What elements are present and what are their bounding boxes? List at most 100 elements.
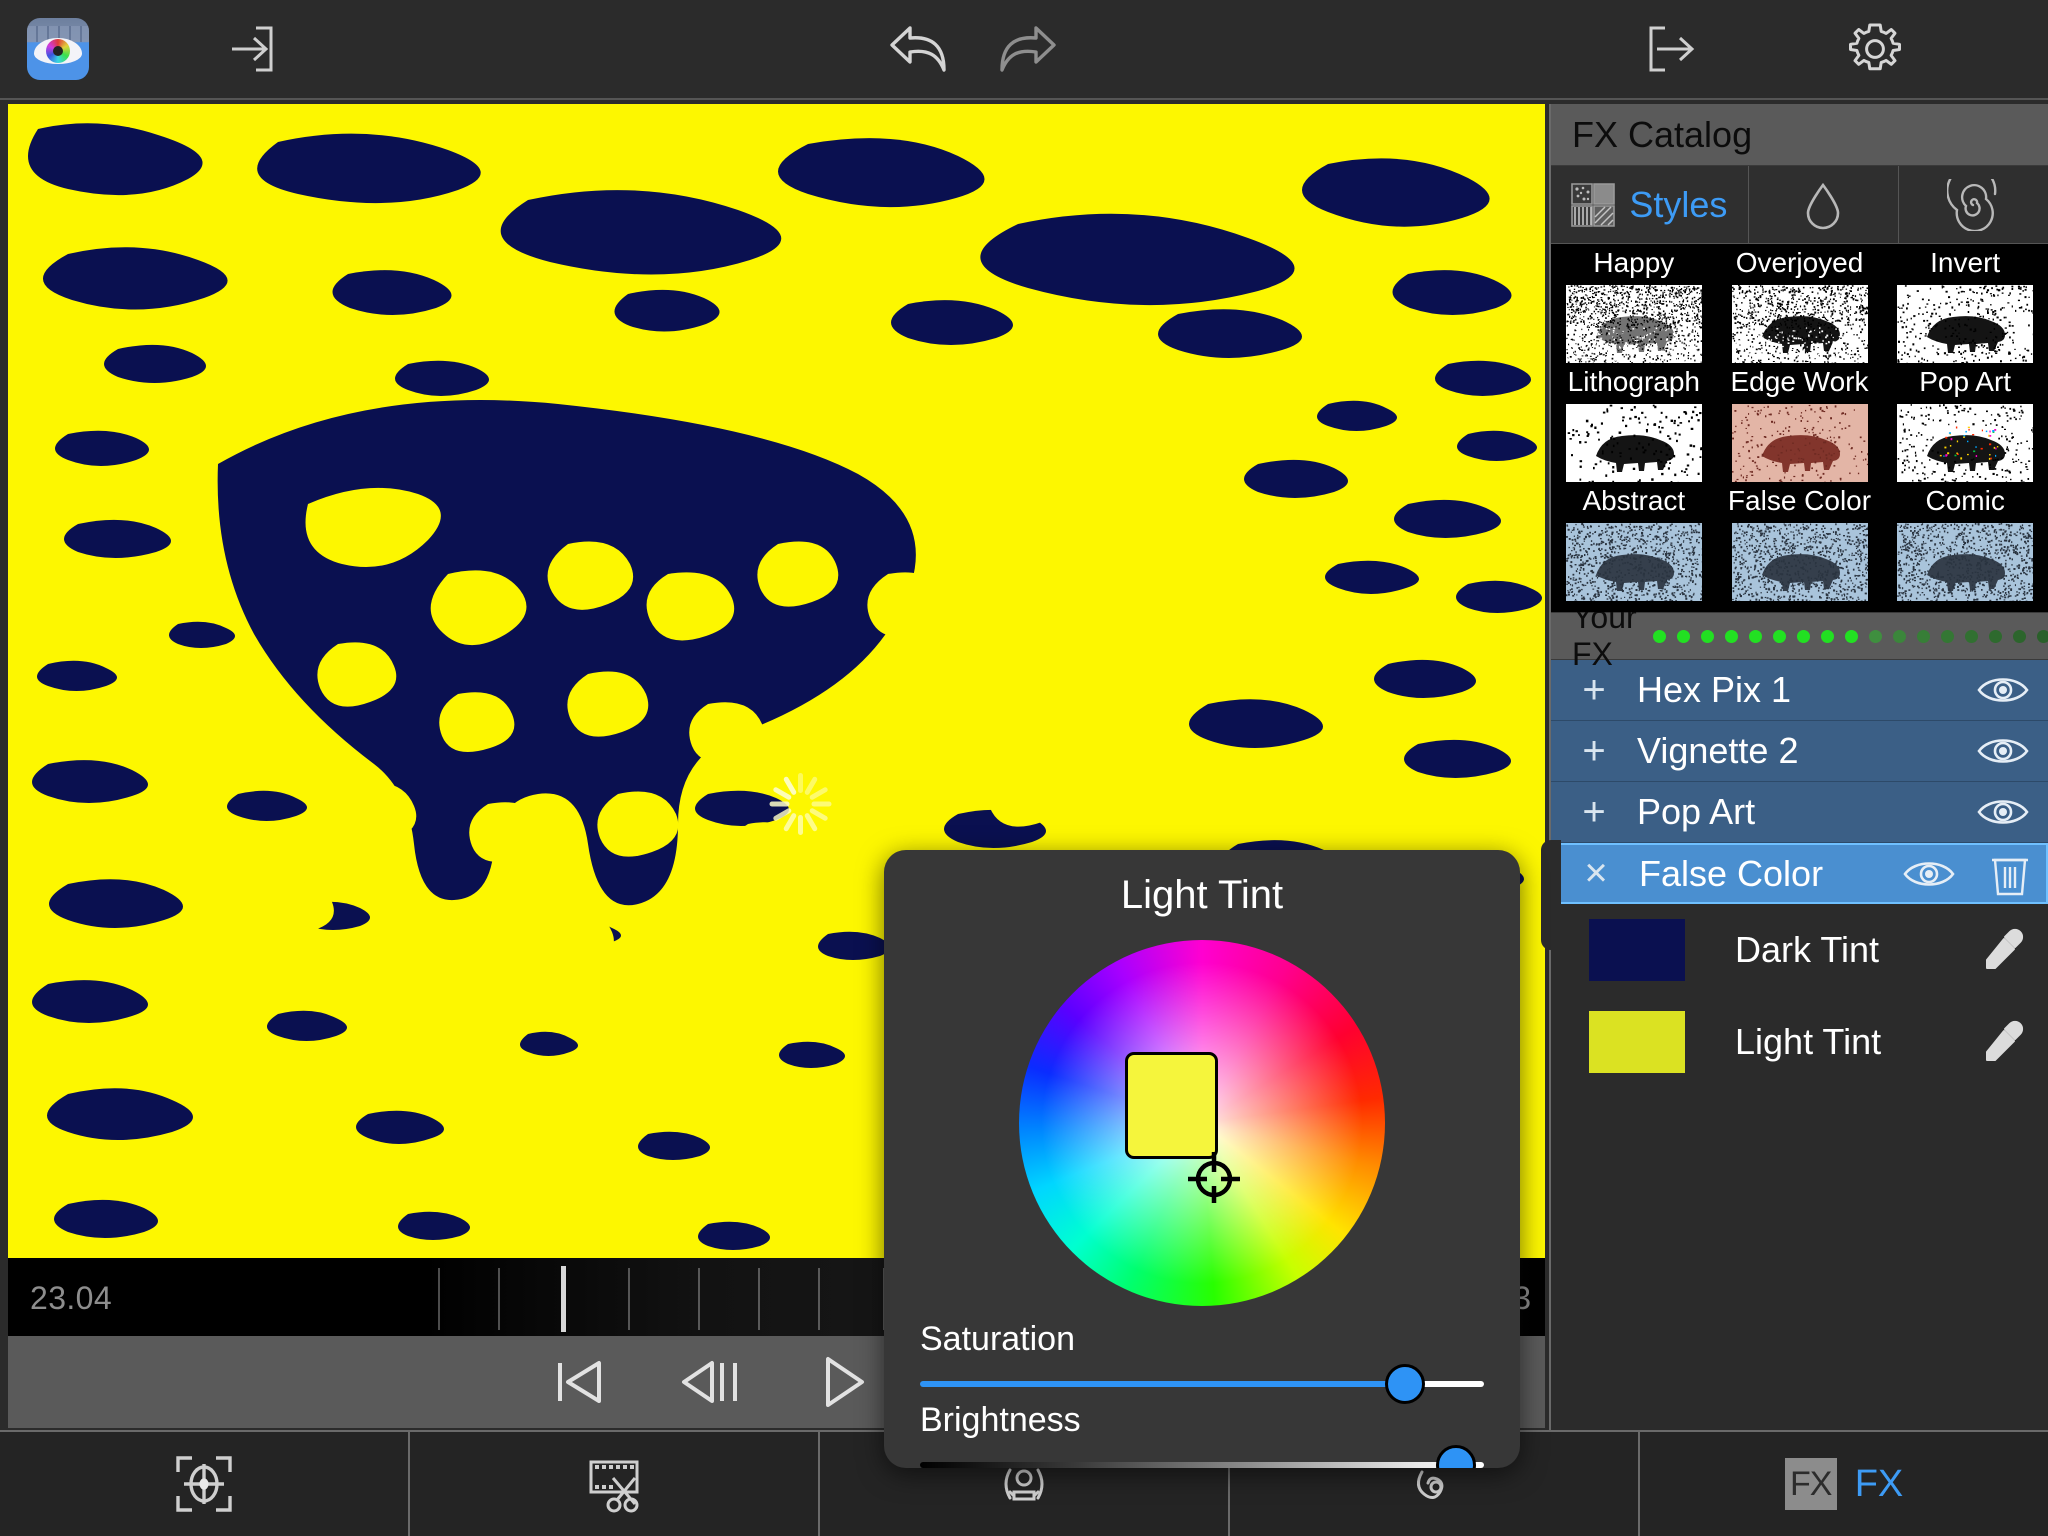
visibility-toggle-button[interactable] xyxy=(1958,673,2048,707)
tab-focus[interactable] xyxy=(0,1432,410,1536)
expand-layer-button[interactable]: + xyxy=(1551,729,1637,774)
tint-color-swatch[interactable] xyxy=(1589,919,1685,981)
fx-layer-label: Hex Pix 1 xyxy=(1637,669,1792,710)
timeline-tick xyxy=(818,1268,820,1330)
style-item-overjoyed[interactable]: Overjoyed xyxy=(1717,244,1883,363)
catalog-tab-bar: Styles xyxy=(1551,166,2048,244)
tab-trim[interactable] xyxy=(410,1432,820,1536)
export-button[interactable] xyxy=(1628,0,1718,98)
fx-layer-label: Pop Art xyxy=(1637,791,1756,832)
focus-target-icon xyxy=(172,1452,236,1516)
performance-dot xyxy=(2012,629,2026,643)
saturation-slider[interactable] xyxy=(920,1364,1484,1404)
style-item-pop-art[interactable]: Pop Art xyxy=(1882,363,2048,482)
export-arrow-out-of-box-icon xyxy=(1643,19,1703,79)
crosshair-target-icon[interactable] xyxy=(1183,1145,1245,1207)
tint-color-swatch[interactable] xyxy=(1589,1011,1685,1073)
visibility-toggle-button[interactable] xyxy=(1884,857,1974,891)
style-thumbnail xyxy=(1731,404,1868,482)
top-toolbar xyxy=(0,0,2048,100)
fx-layer-label: False Color xyxy=(1639,852,1824,894)
styles-grid[interactable]: Happy Overjoyed Invert Lithograph Edge Work P… xyxy=(1551,244,2048,612)
style-item-happy[interactable]: Happy xyxy=(1551,244,1717,363)
style-item-false-color[interactable]: False Color xyxy=(1717,482,1883,601)
eyedropper-icon xyxy=(1986,928,2024,969)
fx-layer-row[interactable]: + Pop Art xyxy=(1551,782,2048,843)
brightness-slider-thumb[interactable] xyxy=(1435,1445,1476,1468)
expand-layer-button[interactable]: + xyxy=(1551,790,1637,835)
loading-spinner-icon xyxy=(765,769,835,839)
timeline-playhead[interactable] xyxy=(561,1266,567,1332)
style-thumbnail xyxy=(1731,523,1868,601)
style-item-label: Comic xyxy=(1925,485,2005,516)
fx-layer-row[interactable]: + Hex Pix 1 xyxy=(1551,660,2048,721)
fx-layer-list[interactable]: + Hex Pix 1 + Vignette 2 + Pop Art × False Colo… xyxy=(1551,660,2048,904)
style-thumbnail xyxy=(1565,285,1702,363)
fx-layer-row[interactable]: + Vignette 2 xyxy=(1551,721,2048,782)
undo-button[interactable] xyxy=(872,0,968,98)
style-item-invert[interactable]: Invert xyxy=(1882,244,2048,363)
your-fx-header: Your FX xyxy=(1551,599,2048,672)
spiral-icon xyxy=(1947,179,1999,231)
tab-styles[interactable]: Styles xyxy=(1551,166,1749,244)
tab-distort[interactable] xyxy=(1898,166,2048,244)
film-scissors-icon xyxy=(580,1452,648,1516)
color-picker-dialog[interactable]: Light Tint Saturation Brightness xyxy=(884,850,1520,1468)
tint-row[interactable]: Light Tint xyxy=(1551,996,2048,1088)
app-logo-button[interactable] xyxy=(22,0,94,98)
performance-dot xyxy=(2036,629,2048,643)
redo-button[interactable] xyxy=(978,0,1074,98)
performance-dot xyxy=(1772,629,1786,643)
skip-to-start-button[interactable] xyxy=(537,1346,621,1418)
style-item-label: Happy xyxy=(1593,247,1675,278)
color-wheel-area[interactable] xyxy=(1019,940,1385,1306)
brightness-slider[interactable] xyxy=(920,1445,1484,1468)
style-thumbnail xyxy=(1897,523,2034,601)
eye-icon xyxy=(1977,800,2029,824)
settings-button[interactable] xyxy=(1830,0,1920,98)
tab-color[interactable] xyxy=(1748,166,1899,244)
style-item-label: Edge Work xyxy=(1730,366,1869,397)
saturation-slider-thumb[interactable] xyxy=(1385,1364,1426,1404)
redo-arrow-icon xyxy=(990,18,1062,80)
panel-collapse-handle[interactable] xyxy=(1541,840,1561,950)
style-item-label: False Color xyxy=(1727,485,1872,516)
skip-to-start-icon xyxy=(551,1355,607,1409)
eye-icon xyxy=(1903,861,1955,886)
performance-dot xyxy=(1916,629,1930,643)
tint-label: Light Tint xyxy=(1735,1021,1882,1062)
eyedropper-button[interactable] xyxy=(1960,1019,2048,1065)
expand-layer-button[interactable]: + xyxy=(1551,668,1637,713)
step-back-button[interactable] xyxy=(669,1346,753,1418)
styles-row: Happy Overjoyed Invert xyxy=(1551,244,2048,363)
timeline-tick xyxy=(628,1268,630,1330)
delete-layer-button[interactable] xyxy=(1974,852,2046,896)
style-item-edge-work[interactable]: Edge Work xyxy=(1717,363,1883,482)
import-button[interactable] xyxy=(205,0,295,98)
timeline-tick xyxy=(758,1268,760,1330)
style-item-comic[interactable]: Comic xyxy=(1882,482,2048,601)
tint-row[interactable]: Dark Tint xyxy=(1551,904,2048,996)
style-item-abstract[interactable]: Abstract xyxy=(1551,482,1717,601)
style-item-lithograph[interactable]: Lithograph xyxy=(1551,363,1717,482)
fx-badge-icon: FX xyxy=(1784,1458,1837,1510)
style-thumbnail xyxy=(1565,404,1702,482)
performance-dot xyxy=(1700,629,1714,643)
eyedropper-button[interactable] xyxy=(1960,927,2048,973)
performance-dot xyxy=(1724,629,1738,643)
play-button[interactable] xyxy=(801,1346,885,1418)
tab-styles-label: Styles xyxy=(1629,183,1728,225)
style-item-label: Overjoyed xyxy=(1735,247,1864,278)
style-thumbnail xyxy=(1897,404,2034,482)
fx-layer-row[interactable]: × False Color xyxy=(1551,843,2048,904)
performance-dot xyxy=(1796,629,1810,643)
performance-dot xyxy=(1892,629,1906,643)
tab-fx[interactable]: FX FX xyxy=(1640,1432,2048,1536)
collapse-layer-button[interactable]: × xyxy=(1553,851,1639,896)
saturation-slider-block: Saturation xyxy=(920,1320,1484,1404)
timeline-tick xyxy=(498,1268,500,1330)
style-item-label: Abstract xyxy=(1582,485,1686,516)
visibility-toggle-button[interactable] xyxy=(1958,795,2048,829)
tint-list[interactable]: Dark Tint Light Tint xyxy=(1551,904,2048,1088)
visibility-toggle-button[interactable] xyxy=(1958,734,2048,768)
